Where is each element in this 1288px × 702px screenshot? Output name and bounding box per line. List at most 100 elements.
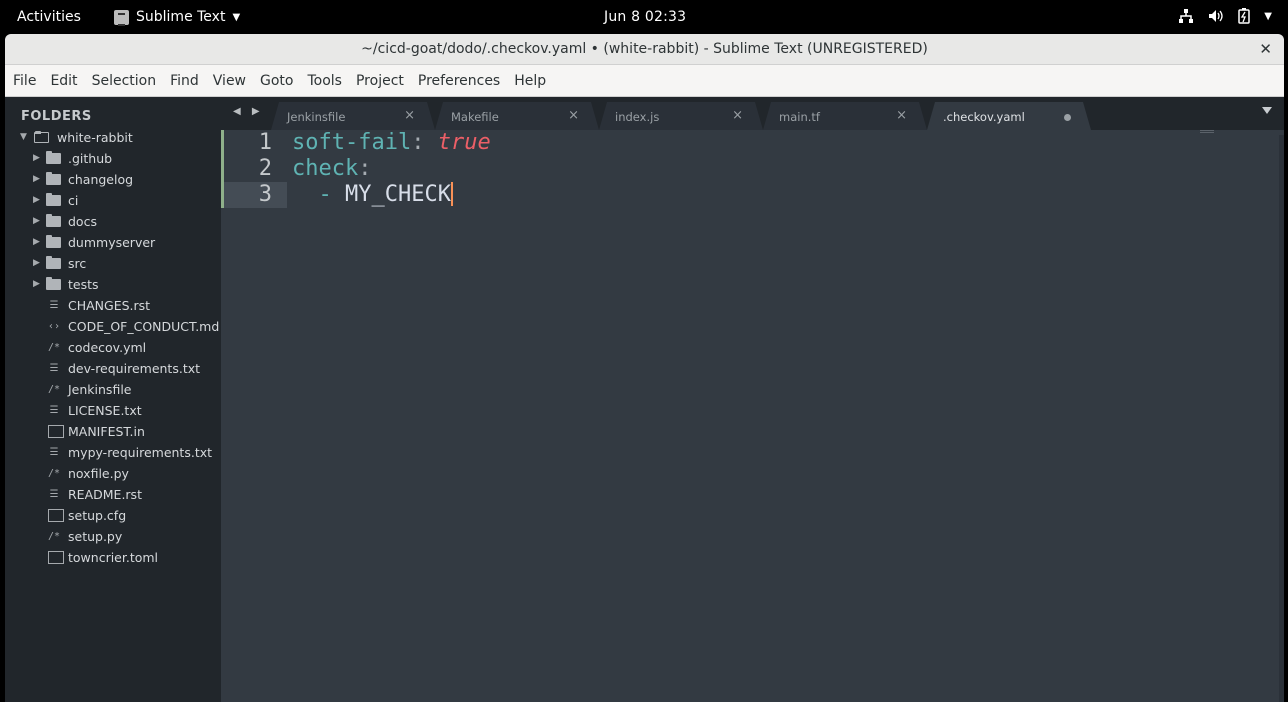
title-bar[interactable]: ~/cicd-goat/dodo/.checkov.yaml • (white-… [5,34,1284,65]
tab-index-js[interactable]: index.js × [599,102,763,130]
tree-folder-item[interactable]: ▶ .github [5,148,221,169]
tree-file-item[interactable]: /* setup.py [5,526,221,547]
network-icon [1179,9,1194,23]
folder-icon [46,214,61,227]
lines-icon: ☰ [49,405,59,416]
expanded-arrow-icon[interactable]: ▼ [20,127,27,148]
tab-jenkinsfile[interactable]: Jenkinsfile × [271,102,435,130]
collapsed-arrow-icon[interactable]: ▶ [33,148,40,169]
tab-label: index.js [615,110,660,124]
tree-folder-item[interactable]: ▶ changelog [5,169,221,190]
collapsed-arrow-icon[interactable]: ▶ [33,169,40,190]
tab-main-tf[interactable]: main.tf × [763,102,927,130]
tree-folder-item[interactable]: ▶ dummyserver [5,232,221,253]
tree-file-label: CODE_OF_CONDUCT.md [68,319,220,334]
system-tray[interactable]: ▼ [1178,8,1272,24]
lines-icon: ☰ [49,489,59,500]
app-menu[interactable]: Sublime Text ▼ [114,9,240,26]
tree-folder-item[interactable]: ▶ tests [5,274,221,295]
git-added-marker [221,156,224,182]
comment-icon: /* [47,468,61,479]
menu-item-preferences[interactable]: Preferences [411,73,507,89]
menu-item-goto[interactable]: Goto [253,73,300,89]
menu-item-file[interactable]: File [6,73,43,89]
folder-icon [46,172,61,185]
line-number: 3 [258,182,272,207]
tab-navigation-arrows-icon[interactable]: ◀ ▶ [233,106,264,117]
tree-file-label: towncrier.toml [68,550,159,565]
collapsed-arrow-icon[interactable]: ▶ [33,211,40,232]
menu-item-selection[interactable]: Selection [85,73,164,89]
vertical-scrollbar[interactable] [1279,135,1284,702]
doc-icon [48,425,64,438]
code-line[interactable]: 2 check: [221,156,1284,182]
tab-checkov-yaml[interactable]: .checkov.yaml [927,102,1091,130]
comment-icon: /* [47,342,61,353]
tree-file-item[interactable]: /* noxfile.py [5,463,221,484]
close-tab-icon[interactable]: × [896,108,907,123]
volume-icon [1209,10,1223,22]
tree-folder-label: white-rabbit [57,130,133,145]
folders-heading: FOLDERS [21,109,92,124]
sublime-text-icon [114,9,129,26]
code-line[interactable]: 3 - MY_CHECK [221,182,1284,208]
clock[interactable]: Jun 8 02:33 [604,9,686,25]
doc-icon [48,509,64,522]
tree-file-item[interactable]: towncrier.toml [5,547,221,568]
tab-list-dropdown-icon[interactable] [1262,107,1272,114]
code-line[interactable]: 1 soft-fail: true [221,130,1284,156]
tree-file-label: dev-requirements.txt [68,361,201,376]
close-icon[interactable]: ✕ [1259,40,1272,58]
code-editor[interactable]: 1 soft-fail: true 2 check: 3 - MY_CHECK [221,130,1284,702]
unsaved-dot-icon[interactable] [1064,114,1071,121]
tree-file-item[interactable]: /* codecov.yml [5,337,221,358]
tab-label: Makefile [451,110,499,124]
tree-file-item[interactable]: MANIFEST.in [5,421,221,442]
battery-icon [1238,8,1251,24]
close-tab-icon[interactable]: × [404,108,415,123]
code-text: soft-fail: true [292,130,491,156]
menu-item-find[interactable]: Find [163,73,206,89]
yaml-list-dash: - [292,182,345,207]
tree-file-item[interactable]: ‹› CODE_OF_CONDUCT.md [5,316,221,337]
activities-button[interactable]: Activities [17,9,81,25]
tree-root-folder[interactable]: ▼ white-rabbit [5,127,221,148]
tree-folder-item[interactable]: ▶ src [5,253,221,274]
menu-item-help[interactable]: Help [507,73,553,89]
collapsed-arrow-icon[interactable]: ▶ [33,190,40,211]
comment-icon: /* [47,384,61,395]
tab-makefile[interactable]: Makefile × [435,102,599,130]
menu-item-view[interactable]: View [206,73,253,89]
tree-file-label: README.rst [68,487,142,502]
tree-folder-item[interactable]: ▶ docs [5,211,221,232]
yaml-key: check [292,156,359,181]
lines-icon: ☰ [49,447,59,458]
tree-folder-item[interactable]: ▶ ci [5,190,221,211]
menu-item-edit[interactable]: Edit [43,73,84,89]
tree-file-item[interactable]: ☰ dev-requirements.txt [5,358,221,379]
tree-file-item[interactable]: /* Jenkinsfile [5,379,221,400]
tree-file-label: mypy-requirements.txt [68,445,213,460]
tree-file-item[interactable]: ☰ CHANGES.rst [5,295,221,316]
tree-file-item[interactable]: setup.cfg [5,505,221,526]
close-tab-icon[interactable]: × [568,108,579,123]
tree-file-item[interactable]: ☰ mypy-requirements.txt [5,442,221,463]
menu-item-tools[interactable]: Tools [300,73,349,89]
tree-file-item[interactable]: ☰ README.rst [5,484,221,505]
yaml-boolean-value: true [437,130,491,155]
file-tree: ▼ white-rabbit ▶ .github ▶ changelog ▶ ci ▶ doc… [5,127,221,568]
close-tab-icon[interactable]: × [732,108,743,123]
tree-file-label: Jenkinsfile [68,382,132,397]
collapsed-arrow-icon[interactable]: ▶ [33,274,40,295]
tree-folder-label: .github [68,151,113,166]
menu-item-project[interactable]: Project [349,73,411,89]
tab-bar: ◀ ▶ Jenkinsfile × Makefile × index.js × main.t… [221,97,1284,130]
collapsed-arrow-icon[interactable]: ▶ [33,253,40,274]
tree-file-item[interactable]: ☰ LICENSE.txt [5,400,221,421]
collapsed-arrow-icon[interactable]: ▶ [33,232,40,253]
yaml-key: soft-fail [292,130,412,155]
tab-label: .checkov.yaml [943,110,1025,124]
tree-file-label: MANIFEST.in [68,424,145,439]
yaml-list-item: MY_CHECK [344,182,451,207]
line-number: 1 [258,130,272,155]
